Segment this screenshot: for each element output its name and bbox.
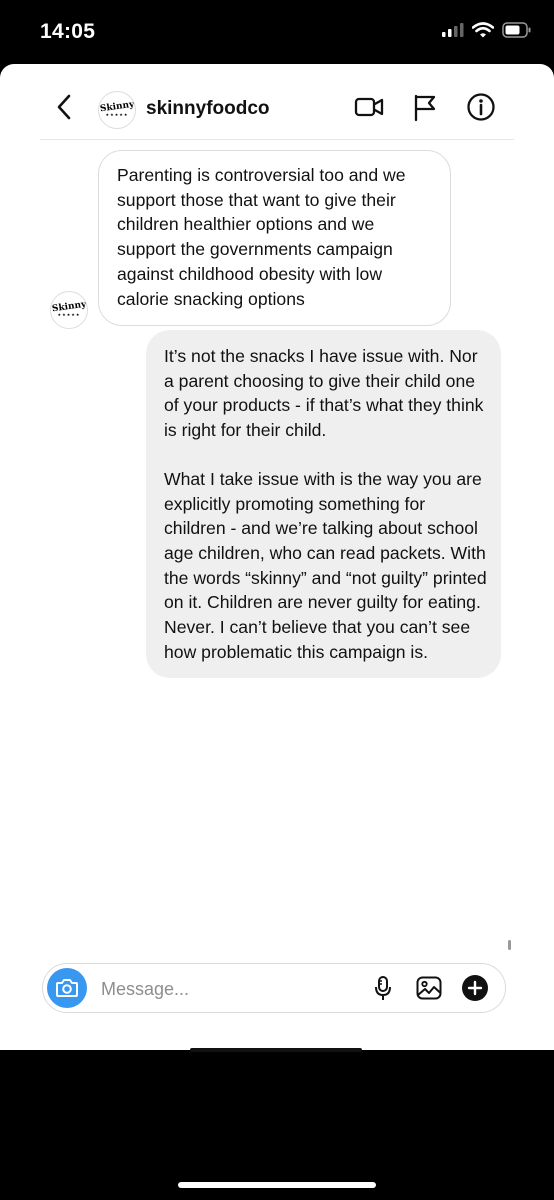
add-icon[interactable] xyxy=(461,974,489,1002)
status-time: 14:05 xyxy=(40,20,96,43)
dm-thread-screen: Skinny ★★★★★ skinnyfoodco Parenting is c… xyxy=(0,64,554,1050)
wifi-icon xyxy=(472,22,494,38)
scrollbar[interactable] xyxy=(508,940,511,950)
microphone-icon[interactable] xyxy=(369,974,397,1002)
status-bar: 14:05 xyxy=(0,0,554,64)
message-composer xyxy=(42,963,506,1013)
card-edge xyxy=(190,1048,362,1052)
status-icons xyxy=(442,22,532,38)
header-divider xyxy=(40,139,514,140)
header-avatar[interactable]: Skinny ★★★★★ xyxy=(98,91,136,129)
camera-button[interactable] xyxy=(47,968,87,1008)
home-indicator[interactable] xyxy=(178,1182,376,1188)
composer-actions xyxy=(369,974,489,1002)
camera-icon xyxy=(56,979,78,997)
video-call-icon[interactable] xyxy=(354,92,384,122)
info-icon[interactable] xyxy=(466,92,496,122)
back-arrow-icon[interactable] xyxy=(50,92,80,122)
message-bubble-outgoing[interactable]: It’s not the snacks I have issue with. N… xyxy=(146,330,501,679)
bottom-safe-area xyxy=(0,1050,554,1200)
cellular-signal-icon xyxy=(442,23,464,37)
report-flag-icon[interactable] xyxy=(410,92,440,122)
account-name[interactable]: skinnyfoodco xyxy=(146,98,270,120)
message-text: Parenting is controversial too and we su… xyxy=(117,165,406,309)
header-actions xyxy=(354,92,496,122)
message-bubble-incoming[interactable]: Parenting is controversial too and we su… xyxy=(98,150,451,327)
battery-icon xyxy=(502,22,531,38)
message-text: It’s not the snacks I have issue with. N… xyxy=(164,346,484,441)
message-input[interactable] xyxy=(99,974,353,1004)
message-text: What I take issue with is the way you ar… xyxy=(164,468,487,662)
thread-header: Skinny ★★★★★ skinnyfoodco xyxy=(0,64,554,140)
message-sender-avatar[interactable]: Skinny ★★★★★ xyxy=(50,291,88,329)
gallery-icon[interactable] xyxy=(415,974,443,1002)
